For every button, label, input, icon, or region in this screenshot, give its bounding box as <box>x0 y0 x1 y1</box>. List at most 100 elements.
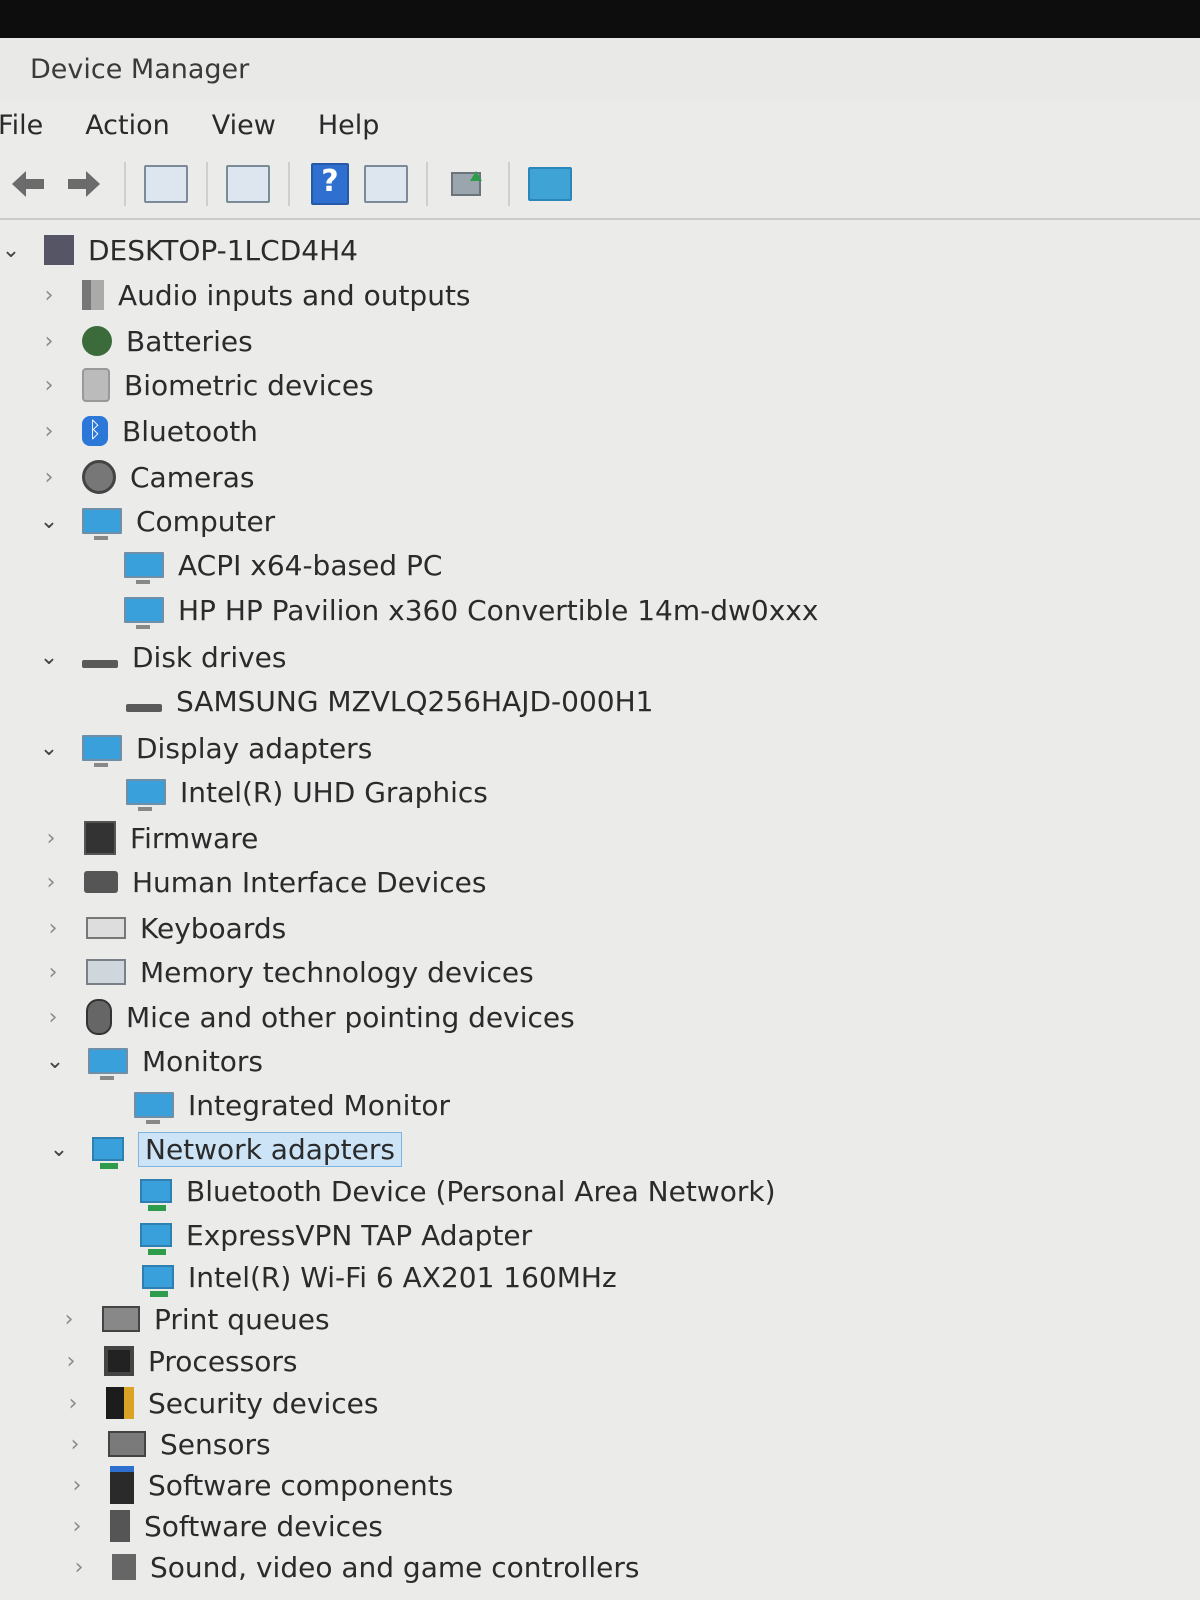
tree-item-sensors[interactable]: › Sensors <box>64 1424 271 1464</box>
collapse-chevron-icon[interactable]: ⌄ <box>0 238 22 263</box>
collapse-chevron-icon[interactable]: ⌄ <box>38 645 60 670</box>
expand-chevron-icon[interactable]: › <box>60 1349 82 1374</box>
fingerprint-icon <box>82 368 110 402</box>
network-icon <box>142 1265 174 1297</box>
expand-chevron-icon[interactable]: › <box>38 419 60 444</box>
update-driver-icon <box>451 171 482 196</box>
cpu-icon <box>104 1346 134 1376</box>
tree-item-label: Human Interface Devices <box>132 865 487 899</box>
tree-item-computer[interactable]: ⌄ Computer <box>38 501 275 541</box>
tree-item-label: Batteries <box>126 324 253 358</box>
help-button[interactable]: ? <box>302 159 358 209</box>
printer-icon <box>102 1306 140 1332</box>
tree-item-label: ACPI x64-based PC <box>178 548 443 582</box>
back-button[interactable] <box>0 159 56 209</box>
expand-chevron-icon[interactable]: › <box>62 1391 84 1416</box>
tree-item-display-adapters[interactable]: ⌄ Display adapters <box>38 728 372 768</box>
forward-button[interactable] <box>56 159 112 209</box>
tree-child-samsung-ssd[interactable]: SAMSUNG MZVLQ256HAJD-000H1 <box>126 681 653 721</box>
tree-item-software-components[interactable]: › Software components <box>66 1465 453 1505</box>
tree-child-acpi[interactable]: ACPI x64-based PC <box>124 545 442 585</box>
disk-icon <box>126 704 162 712</box>
menu-file[interactable]: File <box>0 110 63 141</box>
disk-icon <box>82 660 118 668</box>
expand-chevron-icon[interactable]: › <box>42 960 64 985</box>
tree-item-audio[interactable]: › Audio inputs and outputs <box>38 275 471 315</box>
tree-item-label: Disk drives <box>132 640 287 674</box>
expand-chevron-icon[interactable]: › <box>40 826 62 851</box>
tree-item-label: Software components <box>148 1468 454 1502</box>
title-bar: Device Manager <box>0 38 1200 100</box>
expand-chevron-icon[interactable]: › <box>38 283 60 308</box>
menu-help[interactable]: Help <box>318 110 400 141</box>
tree-item-keyboards[interactable]: › Keyboards <box>42 908 287 948</box>
expand-chevron-icon[interactable]: › <box>38 373 60 398</box>
collapse-chevron-icon[interactable]: ⌄ <box>38 736 60 761</box>
menu-action[interactable]: Action <box>85 110 190 141</box>
tree-child-integrated-monitor[interactable]: Integrated Monitor <box>134 1085 450 1125</box>
tree-item-monitors[interactable]: ⌄ Monitors <box>44 1041 263 1081</box>
tree-child-intel-wifi[interactable]: Intel(R) Wi-Fi 6 AX201 160MHz <box>142 1257 617 1297</box>
tree-item-memory-tech[interactable]: › Memory technology devices <box>42 952 534 992</box>
tree-item-firmware[interactable]: › Firmware <box>40 818 258 858</box>
tree-root[interactable]: ⌄ DESKTOP-1LCD4H4 <box>0 230 358 270</box>
expand-chevron-icon[interactable]: › <box>42 916 64 941</box>
menu-view[interactable]: View <box>212 110 296 141</box>
expand-chevron-icon[interactable]: › <box>66 1473 88 1498</box>
tree-item-batteries[interactable]: › Batteries <box>38 321 253 361</box>
tree-child-intel-uhd[interactable]: Intel(R) UHD Graphics <box>126 772 488 812</box>
tree-item-processors[interactable]: › Processors <box>60 1341 298 1381</box>
memory-icon <box>86 959 126 985</box>
expand-chevron-icon[interactable]: › <box>68 1555 90 1580</box>
tree-item-bluetooth[interactable]: › ᛒ Bluetooth <box>38 411 258 451</box>
network-icon <box>92 1137 124 1169</box>
toolbar: ? <box>0 150 1200 220</box>
collapse-chevron-icon[interactable]: ⌄ <box>44 1049 66 1074</box>
scan-hardware-button[interactable] <box>522 159 578 209</box>
tree-item-disk-drives[interactable]: ⌄ Disk drives <box>38 637 287 677</box>
tree-item-sound-video[interactable]: › Sound, video and game controllers <box>68 1547 640 1587</box>
network-icon <box>140 1179 172 1211</box>
tree-item-label: Firmware <box>130 821 259 855</box>
properties-button[interactable] <box>220 159 276 209</box>
console-tree-button[interactable] <box>138 159 194 209</box>
back-icon <box>12 171 44 197</box>
tree-item-label: Intel(R) UHD Graphics <box>180 775 488 809</box>
tree-child-expressvpn[interactable]: ExpressVPN TAP Adapter <box>140 1215 532 1255</box>
toolbar-separator <box>508 162 510 206</box>
collapse-chevron-icon[interactable]: ⌄ <box>48 1137 70 1162</box>
expand-chevron-icon[interactable]: › <box>66 1514 88 1539</box>
tree-item-label: Cameras <box>130 460 255 494</box>
update-driver-button[interactable] <box>440 159 496 209</box>
tree-item-network-adapters[interactable]: ⌄ Network adapters <box>48 1129 402 1169</box>
tree-item-security[interactable]: › Security devices <box>62 1383 379 1423</box>
tree-item-label-selected: Network adapters <box>138 1131 402 1167</box>
tree-child-bt-pan[interactable]: Bluetooth Device (Personal Area Network) <box>140 1171 776 1211</box>
security-icon <box>106 1387 134 1419</box>
software-component-icon <box>110 1466 134 1504</box>
toolbar-separator <box>124 162 126 206</box>
expand-chevron-icon[interactable]: › <box>40 870 62 895</box>
expand-chevron-icon[interactable]: › <box>58 1307 80 1332</box>
expand-chevron-icon[interactable]: › <box>38 465 60 490</box>
monitor-icon <box>124 552 164 584</box>
tree-child-hp-pavilion[interactable]: HP HP Pavilion x360 Convertible 14m-dw0x… <box>124 590 818 630</box>
tree-item-mice[interactable]: › Mice and other pointing devices <box>42 997 575 1037</box>
tree-item-biometric[interactable]: › Biometric devices <box>38 365 374 405</box>
software-device-icon <box>110 1510 130 1542</box>
tree-item-cameras[interactable]: › Cameras <box>38 457 254 497</box>
tree-item-software-devices[interactable]: › Software devices <box>66 1506 383 1546</box>
expand-chevron-icon[interactable]: › <box>64 1432 86 1457</box>
expand-chevron-icon[interactable]: › <box>42 1005 64 1030</box>
action-pane-button[interactable] <box>358 159 414 209</box>
tree-item-label: Monitors <box>142 1044 264 1078</box>
tree-item-hid[interactable]: › Human Interface Devices <box>40 862 487 902</box>
computer-icon <box>44 235 74 265</box>
tree-item-label: Bluetooth <box>122 414 258 448</box>
tree-item-print-queues[interactable]: › Print queues <box>58 1299 330 1339</box>
tree-item-label: Intel(R) Wi-Fi 6 AX201 160MHz <box>188 1260 617 1294</box>
sound-icon <box>112 1554 136 1580</box>
expand-chevron-icon[interactable]: › <box>38 329 60 354</box>
collapse-chevron-icon[interactable]: ⌄ <box>38 509 60 534</box>
forward-icon <box>68 171 100 197</box>
